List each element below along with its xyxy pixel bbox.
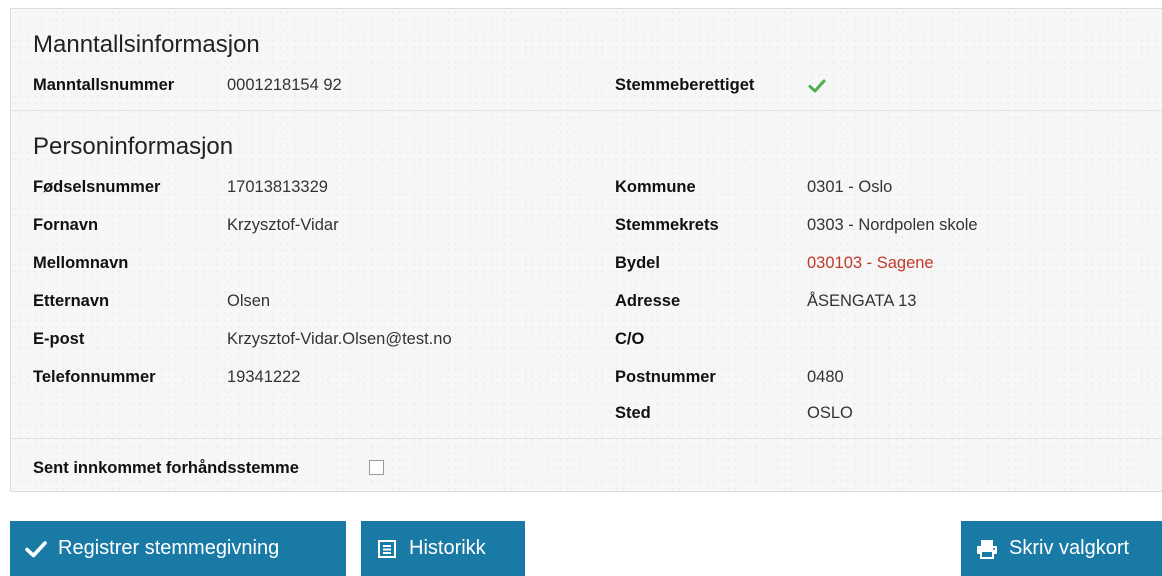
check-icon: [808, 79, 826, 93]
etternavn-label: Etternavn: [33, 292, 110, 310]
manntallsnummer-label: Manntallsnummer: [33, 76, 175, 94]
person-heading: Personinformasjon: [33, 133, 234, 160]
voter-info-panel: Manntallsinformasjon Manntallsnummer 000…: [10, 8, 1162, 492]
epost-label: E-post: [33, 330, 85, 348]
register-vote-button[interactable]: Registrer stemmegivning: [10, 521, 346, 576]
epost-value: Krzysztof-Vidar.Olsen@test.no: [227, 330, 452, 348]
mellomnavn-label: Mellomnavn: [33, 254, 129, 272]
manntall-heading: Manntallsinformasjon: [33, 31, 260, 58]
print-card-label: Skriv valgkort: [1009, 537, 1130, 559]
register-vote-label: Registrer stemmegivning: [58, 537, 280, 559]
fodselsnummer-label: Fødselsnummer: [33, 178, 161, 196]
stemmekrets-label: Stemmekrets: [615, 216, 719, 234]
fornavn-label: Fornavn: [33, 216, 99, 234]
fornavn-value: Krzysztof-Vidar: [227, 216, 339, 234]
stemmeberettiget-label: Stemmeberettiget: [615, 76, 755, 94]
check-icon: [24, 537, 48, 561]
late-vote-label: Sent innkommet forhåndsstemme: [33, 459, 299, 477]
adresse-value: ÅSENGATA 13: [807, 292, 917, 310]
bydel-value: 030103 - Sagene: [807, 254, 934, 272]
bydel-label: Bydel: [615, 254, 660, 272]
section-divider: [11, 110, 1162, 111]
print-icon: [975, 537, 999, 561]
fodselsnummer-value: 17013813329: [227, 178, 328, 196]
adresse-label: Adresse: [615, 292, 681, 310]
history-label: Historikk: [409, 537, 486, 559]
print-card-button[interactable]: Skriv valgkort: [961, 521, 1162, 576]
sted-label: Sted: [615, 404, 651, 422]
manntallsnummer-value: 0001218154 92: [227, 76, 342, 94]
telefonnummer-label: Telefonnummer: [33, 368, 156, 386]
list-icon: [375, 537, 399, 561]
postnummer-label: Postnummer: [615, 368, 716, 386]
postnummer-value: 0480: [807, 368, 844, 386]
kommune-value: 0301 - Oslo: [807, 178, 893, 196]
history-button[interactable]: Historikk: [361, 521, 525, 576]
late-vote-checkbox[interactable]: [369, 460, 384, 475]
co-label: C/O: [615, 330, 645, 348]
stemmekrets-value: 0303 - Nordpolen skole: [807, 216, 978, 234]
sted-value: OSLO: [807, 404, 853, 422]
section-divider: [11, 438, 1162, 439]
etternavn-value: Olsen: [227, 292, 271, 310]
telefonnummer-value: 19341222: [227, 368, 301, 386]
kommune-label: Kommune: [615, 178, 696, 196]
